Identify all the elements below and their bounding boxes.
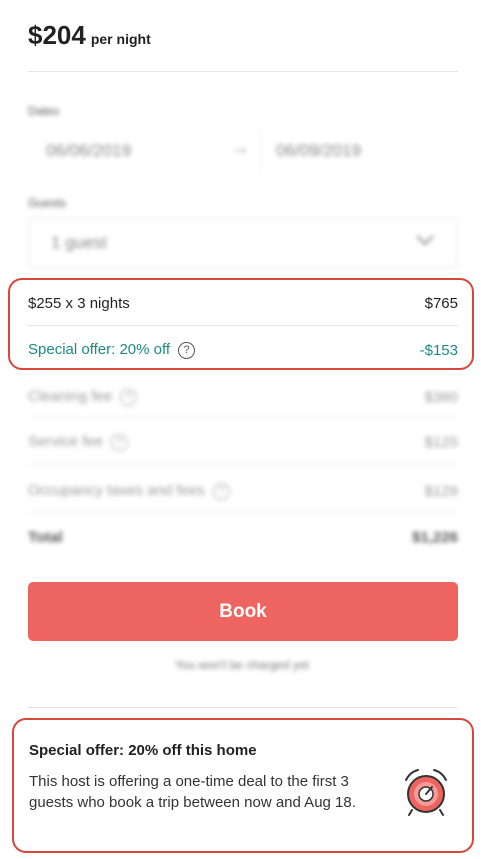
total-label: Total <box>28 528 63 546</box>
promo-title: Special offer: 20% off this home <box>29 742 257 759</box>
service-fee-amount: $125 <box>424 433 458 451</box>
date-divider <box>260 129 261 173</box>
cleaning-fee-row: Cleaning fee? $360 <box>28 386 458 408</box>
row-divider <box>28 417 458 418</box>
arrow-right-icon: → <box>230 137 250 159</box>
check-out-date[interactable]: 06/09/2019 <box>276 141 361 161</box>
help-icon[interactable]: ? <box>212 482 230 500</box>
check-in-date[interactable]: 06/06/2019 <box>46 141 131 161</box>
special-offer-row: Special offer: 20% off? -$153 <box>28 339 458 361</box>
row-divider <box>28 512 458 513</box>
service-fee-label: Service fee <box>28 433 104 451</box>
special-offer-amount: -$153 <box>419 341 458 359</box>
occupancy-taxes-amount: $129 <box>424 482 458 500</box>
occupancy-taxes-label: Occupancy taxes and fees <box>28 482 205 500</box>
row-divider <box>28 464 458 465</box>
help-icon[interactable]: ? <box>111 433 129 451</box>
chevron-down-icon <box>415 231 435 252</box>
total-amount: $1,226 <box>412 528 458 546</box>
nightly-row: $255 x 3 nights $765 <box>28 292 458 314</box>
row-divider <box>28 325 458 326</box>
promo-text: This host is offering a one-time deal to… <box>29 773 356 811</box>
help-icon[interactable]: ? <box>178 341 196 359</box>
help-icon[interactable]: ? <box>120 388 138 406</box>
price-unit: per night <box>90 31 151 47</box>
divider <box>28 71 458 72</box>
cleaning-fee-amount: $360 <box>424 388 458 406</box>
cleaning-fee-label: Cleaning fee <box>28 388 113 406</box>
divider <box>28 707 458 708</box>
total-row: Total $1,226 <box>28 526 458 548</box>
nightly-amount: $765 <box>424 294 458 312</box>
alarm-clock-icon <box>400 766 452 818</box>
special-offer-label: Special offer: 20% off <box>28 341 171 359</box>
guests-select[interactable]: 1 guest <box>28 218 458 268</box>
book-button[interactable]: Book <box>28 582 458 641</box>
nightly-price: $204 <box>28 20 86 50</box>
charge-note: You won't be charged yet <box>175 658 309 672</box>
nightly-label: $255 x 3 nights <box>28 294 130 312</box>
occupancy-taxes-row: Occupancy taxes and fees? $129 <box>28 480 458 502</box>
guests-value: 1 guest <box>51 233 107 252</box>
dates-picker[interactable]: 06/06/2019 → 06/09/2019 <box>28 125 458 177</box>
dates-label: Dates <box>28 104 60 118</box>
service-fee-row: Service fee? $125 <box>28 431 458 453</box>
guests-label: Guests <box>28 196 67 210</box>
price-header: $204 per night <box>28 20 151 51</box>
